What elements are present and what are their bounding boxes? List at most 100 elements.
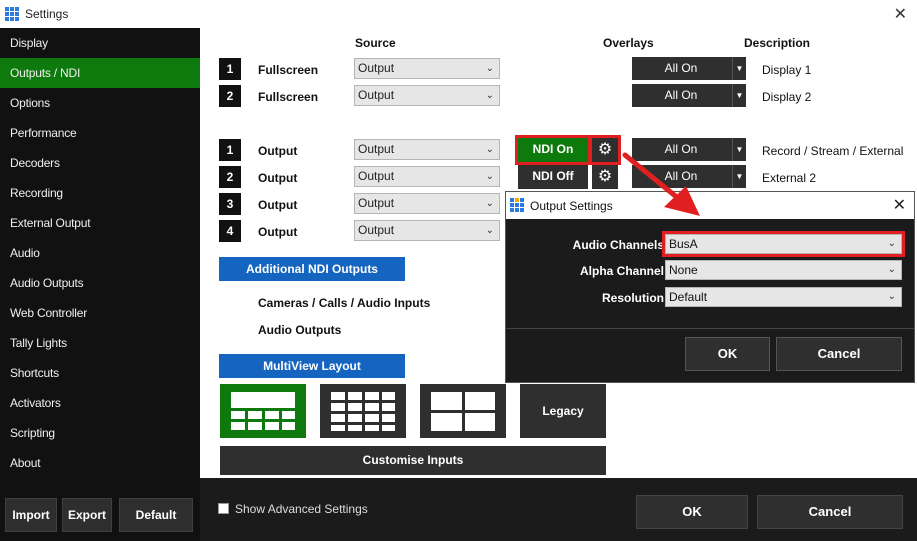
layout-cell <box>348 392 362 400</box>
ndi-on-button[interactable]: NDI On <box>515 135 591 165</box>
sidebar-item-activators[interactable]: Activators <box>0 388 200 418</box>
layout-option-1[interactable] <box>220 384 306 438</box>
chevron-down-icon: ⌄ <box>887 264 896 275</box>
sidebar-item-recording[interactable]: Recording <box>0 178 200 208</box>
layout-cell <box>331 392 345 400</box>
chevron-down-icon: ⌄ <box>485 63 494 74</box>
output-label: Output <box>258 144 298 158</box>
caret-down-icon: ▼ <box>732 165 746 188</box>
cancel-button[interactable]: Cancel <box>757 495 903 529</box>
fullscreen-number: 2 <box>219 85 241 107</box>
show-advanced-checkbox[interactable] <box>218 503 229 514</box>
chevron-down-icon: ⌄ <box>887 238 896 249</box>
alpha-channel-select[interactable]: None ⌄ <box>665 260 902 280</box>
fullscreen-2-description: Display 2 <box>762 90 812 104</box>
sidebar-item-audio-outputs[interactable]: Audio Outputs <box>0 268 200 298</box>
close-icon[interactable]: ✕ <box>893 195 906 215</box>
sidebar-item-tally-lights[interactable]: Tally Lights <box>0 328 200 358</box>
fullscreen-1-description: Display 1 <box>762 63 812 77</box>
layout-cell <box>248 422 262 430</box>
layout-cell <box>365 403 379 411</box>
sidebar-item-about[interactable]: About <box>0 448 200 478</box>
show-advanced-label[interactable]: Show Advanced Settings <box>235 502 368 516</box>
gear-icon[interactable]: ⚙ <box>589 135 621 165</box>
close-icon[interactable]: ✕ <box>894 4 907 24</box>
output-number: 3 <box>219 193 241 215</box>
output-3-source-select[interactable]: Output ⌄ <box>354 193 500 214</box>
layout-cell <box>265 422 279 430</box>
output-number: 2 <box>219 166 241 188</box>
fullscreen-label: Fullscreen <box>258 90 319 104</box>
audio-channels-select[interactable]: BusA ⌄ <box>662 231 905 257</box>
sidebar-item-outputs-ndi[interactable]: Outputs / NDI <box>0 58 200 88</box>
customise-inputs-button[interactable]: Customise Inputs <box>220 446 606 475</box>
output-number: 1 <box>219 139 241 161</box>
select-value: Output <box>358 88 395 102</box>
resolution-select[interactable]: Default ⌄ <box>665 287 902 307</box>
select-value: Output <box>358 196 395 210</box>
output-2-overlay-select[interactable]: All On ▼ <box>632 165 746 188</box>
window-title: Settings <box>25 7 69 21</box>
layout-cell <box>248 411 262 419</box>
sidebar-item-performance[interactable]: Performance <box>0 118 200 148</box>
legacy-layout-button[interactable]: Legacy <box>520 384 606 438</box>
overlays-column-header: Overlays <box>603 36 654 50</box>
gear-icon[interactable]: ⚙ <box>592 165 618 189</box>
select-value: Output <box>358 169 395 183</box>
additional-ndi-outputs-button[interactable]: Additional NDI Outputs <box>219 257 405 281</box>
dialog-title: Output Settings <box>530 199 613 213</box>
layout-cell <box>231 422 245 430</box>
sidebar-item-audio[interactable]: Audio <box>0 238 200 268</box>
app-grid-icon <box>5 7 19 21</box>
output-label: Output <box>258 198 298 212</box>
layout-cell <box>348 403 362 411</box>
description-column-header: Description <box>744 36 811 50</box>
default-button[interactable]: Default <box>119 498 193 532</box>
layout-option-3[interactable] <box>420 384 506 438</box>
sidebar-item-display[interactable]: Display <box>0 28 200 58</box>
caret-down-icon: ▼ <box>732 138 746 161</box>
audio-outputs-link[interactable]: Audio Outputs <box>258 323 341 337</box>
sidebar-item-options[interactable]: Options <box>0 88 200 118</box>
sidebar-item-scripting[interactable]: Scripting <box>0 418 200 448</box>
ok-button[interactable]: OK <box>636 495 748 529</box>
output-4-source-select[interactable]: Output ⌄ <box>354 220 500 241</box>
layout-cell <box>431 413 462 431</box>
output-2-source-select[interactable]: Output ⌄ <box>354 166 500 187</box>
chevron-down-icon: ⌄ <box>485 225 494 236</box>
fullscreen-1-source-select[interactable]: Output ⌄ <box>354 58 500 79</box>
layout-cell <box>365 414 379 422</box>
resolution-label: Resolution <box>602 291 664 305</box>
fullscreen-2-source-select[interactable]: Output ⌄ <box>354 85 500 106</box>
output-settings-dialog: Output Settings ✕ Audio Channels BusA ⌄ A… <box>505 191 915 383</box>
layout-cell <box>331 425 345 431</box>
output-label: Output <box>258 171 298 185</box>
select-value: Default <box>669 290 708 304</box>
sidebar-item-external-output[interactable]: External Output <box>0 208 200 238</box>
sidebar-item-decoders[interactable]: Decoders <box>0 148 200 178</box>
output-1-source-select[interactable]: Output ⌄ <box>354 139 500 160</box>
caret-down-icon: ▼ <box>732 57 746 80</box>
ndi-off-button[interactable]: NDI Off <box>518 165 588 189</box>
sidebar-item-web-controller[interactable]: Web Controller <box>0 298 200 328</box>
select-value: Output <box>358 223 395 237</box>
fullscreen-2-overlay-select[interactable]: All On ▼ <box>632 84 746 107</box>
layout-cell <box>382 392 395 400</box>
overlay-value: All On <box>664 61 698 75</box>
layout-cell <box>465 413 495 431</box>
dialog-cancel-button[interactable]: Cancel <box>776 337 902 371</box>
import-button[interactable]: Import <box>5 498 57 532</box>
dialog-ok-button[interactable]: OK <box>685 337 770 371</box>
output-1-overlay-select[interactable]: All On ▼ <box>632 138 746 161</box>
output-1-description: Record / Stream / External <box>762 144 904 158</box>
layout-cell <box>348 414 362 422</box>
export-button[interactable]: Export <box>62 498 112 532</box>
overlay-value: All On <box>664 169 698 183</box>
fullscreen-1-overlay-select[interactable]: All On ▼ <box>632 57 746 80</box>
layout-cell <box>282 411 295 419</box>
window-titlebar: Settings ✕ <box>0 0 917 28</box>
cameras-calls-audio-inputs-link[interactable]: Cameras / Calls / Audio Inputs <box>258 296 430 310</box>
chevron-down-icon: ⌄ <box>485 198 494 209</box>
layout-option-2[interactable] <box>320 384 406 438</box>
sidebar-item-shortcuts[interactable]: Shortcuts <box>0 358 200 388</box>
